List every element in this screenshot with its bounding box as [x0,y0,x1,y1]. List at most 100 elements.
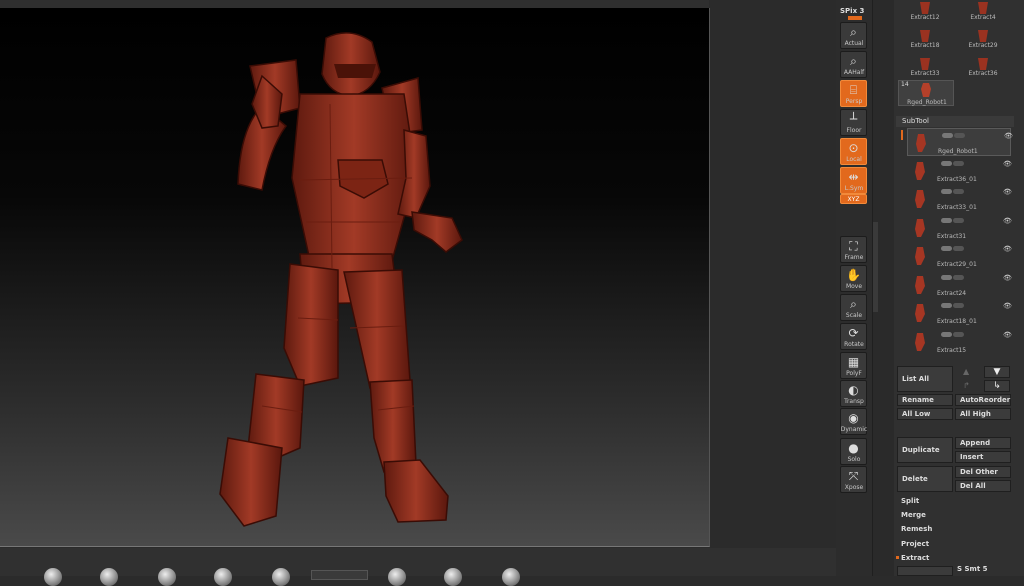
subtool-header[interactable]: SubTool [896,116,1014,127]
spix-slider[interactable] [848,16,862,20]
subtool-item[interactable]: 👁 Extract24 [907,271,1012,299]
subtool-item[interactable]: 👁 Extract33_01 [907,185,1012,213]
rotate-button[interactable]: ⟳ Rotate [840,323,867,350]
brush-icon[interactable] [214,568,232,586]
brush-icon[interactable] [100,568,118,586]
subtool-item[interactable]: 👁 Extract31 [907,214,1012,242]
append-button[interactable]: Append [955,437,1011,449]
eye-icon[interactable]: 👁 [1004,132,1013,140]
eye-icon[interactable]: 👁 [1003,160,1012,168]
s-smt-slider[interactable]: S Smt 5 [957,565,987,573]
brush-icon[interactable] [44,568,62,586]
top-bar [0,0,709,8]
robot-model[interactable] [0,8,709,546]
subtool-thumbnail [915,332,925,351]
tool-thumbnail[interactable]: Extract18 [898,28,952,54]
xpose-button[interactable]: ⤧ Xpose [840,466,867,493]
project-menu[interactable]: Project [901,540,929,548]
brush-icon[interactable] [158,568,176,586]
all-high-button[interactable]: All High [955,408,1011,420]
eye-icon[interactable]: 👁 [1003,302,1012,310]
auto-reorder-button[interactable]: AutoReorder [955,394,1011,406]
magnifier-half-icon: ⌕ [850,54,857,68]
aahalf-button[interactable]: ⌕ AAHalf [840,51,867,78]
solo-button[interactable]: ● Solo [840,438,867,465]
actual-button[interactable]: ⌕ Actual [840,22,867,49]
remesh-menu[interactable]: Remesh [901,525,932,533]
insert-button[interactable]: Insert [955,451,1011,463]
tool-thumbnail-label: Extract36 [968,70,998,77]
toggle-switch[interactable] [953,274,964,280]
tool-thumbnail[interactable]: Extract36 [956,56,1010,82]
move-down-button[interactable]: ▼ [984,366,1010,378]
subtool-item[interactable]: 👁 Extract18_01 [907,299,1012,327]
transp-label: Transp [844,398,864,405]
extract-action-button[interactable] [897,566,953,576]
tool-thumbnail[interactable]: Extract29 [956,28,1010,54]
toggle-switch[interactable] [954,133,965,138]
eye-icon[interactable]: 👁 [1003,274,1012,282]
scale-button[interactable]: ⌕ Scale [840,294,867,321]
toggle-switch[interactable] [941,331,952,337]
current-tool-thumbnail[interactable]: 14 Rged_Robot1 [898,80,954,106]
material-swatch[interactable] [311,570,368,580]
eye-icon[interactable]: 👁 [1003,188,1012,196]
tool-thumbnail[interactable]: Extract4 [956,0,1010,26]
persp-button[interactable]: ⌸ Persp [840,80,867,107]
toggle-switch[interactable] [941,303,952,308]
del-other-button[interactable]: Del Other [955,466,1011,478]
tool-thumbnail-label: Rged_Robot1 [907,99,947,106]
persp-label: Persp [845,98,863,105]
brush-icon[interactable] [502,568,520,586]
polyf-button[interactable]: ▦ PolyF [840,352,867,379]
panel-resize-handle[interactable] [873,222,878,312]
move-button[interactable]: ✋ Move [840,265,867,292]
move-hand-icon: ✋ [846,268,861,282]
split-menu[interactable]: Split [901,497,919,505]
xyz-button[interactable]: XYZ [840,194,867,204]
floor-button[interactable]: ┴ Floor [840,109,867,136]
transp-button[interactable]: ◐ Transp [840,380,867,407]
toggle-switch[interactable] [941,189,952,194]
dynamic-button[interactable]: ◉ Dynamic [840,408,867,435]
active-subtool-indicator [901,130,903,140]
eye-icon[interactable]: 👁 [1003,217,1012,225]
toggle-switch[interactable] [953,217,964,223]
tool-thumbnail[interactable]: Extract12 [898,0,952,26]
toggle-switch[interactable] [942,133,953,138]
eye-icon[interactable]: 👁 [1003,245,1012,253]
toggle-switch[interactable] [953,331,964,337]
toggle-switch[interactable] [953,160,964,166]
toggle-switch[interactable] [953,189,964,194]
subtool-toggles: 👁 [942,132,1013,141]
canvas-viewport[interactable] [0,8,710,547]
toggle-switch[interactable] [941,274,952,280]
brush-icon[interactable] [388,568,406,586]
all-low-button[interactable]: All Low [897,408,953,420]
toggle-switch[interactable] [941,217,952,223]
merge-menu[interactable]: Merge [901,511,926,519]
rename-button[interactable]: Rename [897,394,953,406]
subtool-item[interactable]: 👁 Extract36_01 [907,157,1012,185]
toggle-switch[interactable] [953,303,964,308]
local-button[interactable]: ⊙ Local [840,138,867,165]
tool-thumbnail[interactable]: Extract33 [898,56,952,82]
subtool-item[interactable]: 👁 Extract29_01 [907,242,1012,270]
toggle-switch[interactable] [953,246,964,251]
subtool-item[interactable]: 👁 Rged_Robot1 [907,128,1013,156]
subtool-item[interactable]: 👁 Extract15 [907,328,1012,356]
lsym-button[interactable]: ⇹ L.Sym [840,167,867,194]
delete-button[interactable]: Delete [897,466,953,492]
extract-menu[interactable]: Extract [901,554,929,562]
toggle-switch[interactable] [941,160,952,166]
subtool-toggles: 👁 [941,160,1012,169]
list-all-button[interactable]: List All [897,366,953,392]
eye-icon[interactable]: 👁 [1003,331,1012,339]
toggle-switch[interactable] [941,246,952,251]
brush-icon[interactable] [272,568,290,586]
frame-button[interactable]: ⛶ Frame [840,236,867,263]
brush-icon[interactable] [444,568,462,586]
duplicate-button[interactable]: Duplicate [897,437,953,463]
move-bottom-button[interactable]: ↳ [984,380,1010,392]
del-all-button[interactable]: Del All [955,480,1011,492]
